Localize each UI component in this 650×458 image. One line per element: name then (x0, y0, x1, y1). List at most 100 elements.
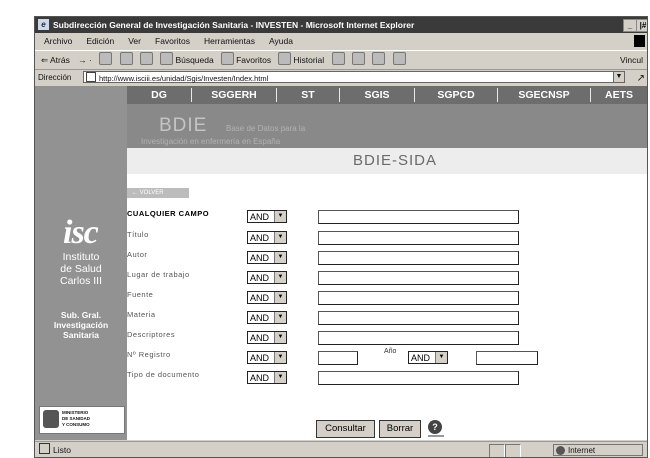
borrar-button[interactable]: Borrar (379, 420, 421, 438)
operator-select[interactable]: AND ▼ (247, 271, 287, 284)
fuente-input[interactable] (318, 291, 519, 305)
nav-aets[interactable]: AETS (591, 86, 647, 104)
operator-value: AND (250, 233, 270, 243)
nav-st[interactable]: ST (277, 86, 339, 104)
operator-select[interactable]: AND ▼ (247, 371, 287, 384)
label-cualquier-campo: CUALQUIER CAMPO (127, 209, 210, 218)
subgral-line: Sub. Gral. (60, 310, 102, 320)
address-input[interactable]: http://www.isciii.es/unidad/Sgis/Investe… (83, 71, 623, 83)
operator-select[interactable]: AND ▼ (247, 291, 287, 304)
links-label[interactable]: Vincul (620, 51, 643, 69)
chevron-down-icon: ▼ (274, 312, 286, 323)
close-button[interactable]: |# (636, 19, 647, 32)
titulo-input[interactable] (318, 231, 519, 245)
nav-sgpcd[interactable]: SGPCD (415, 86, 497, 104)
operator-select[interactable]: AND ▼ (247, 210, 287, 223)
chevron-down-icon: ▼ (274, 272, 286, 283)
tipo-documento-input[interactable] (318, 371, 519, 385)
address-label: Dirección (38, 73, 72, 82)
operator-select[interactable]: AND ▼ (247, 331, 287, 344)
back-button[interactable]: ⇐ Atrás (41, 55, 70, 65)
help-icon[interactable]: ? (428, 420, 442, 434)
nav-sggerh[interactable]: SGGERH (192, 86, 276, 104)
top-nav: DG SGGERH ST SGIS SGPCD SGECNSP AETS (127, 86, 647, 104)
label-descriptores: Descriptores (127, 330, 176, 339)
operator-select[interactable]: AND ▼ (247, 251, 287, 264)
help-underline (428, 435, 444, 437)
ano-input[interactable] (476, 351, 538, 365)
mail-icon[interactable] (331, 52, 345, 65)
materia-input[interactable] (318, 311, 519, 325)
operator-value: AND (250, 313, 270, 323)
minimize-button[interactable]: _ (623, 19, 637, 32)
nav-dg[interactable]: DG (127, 86, 191, 104)
label-tipo-documento: Tipo de documento (127, 370, 200, 379)
menu-archivo[interactable]: Archivo (44, 36, 72, 46)
history-button[interactable]: Historial (293, 55, 324, 65)
nav-sgecnsp[interactable]: SGECNSP (498, 86, 590, 104)
subgral-line: Investigación (53, 320, 109, 330)
label-registro: Nº Registro (127, 350, 171, 359)
windows-logo-icon (634, 35, 645, 47)
menu-ayuda[interactable]: Ayuda (269, 36, 293, 46)
window-title: Subdirección General de Investigación Sa… (53, 20, 415, 30)
favorites-button[interactable]: Favoritos (236, 55, 271, 65)
consultar-button[interactable]: Consultar (316, 420, 375, 438)
refresh-icon[interactable] (119, 52, 133, 65)
search-button[interactable]: Búsqueda (175, 55, 213, 65)
chevron-down-icon: ▼ (274, 352, 286, 363)
subgral-name: Sub. Gral. Investigación Sanitaria (35, 310, 127, 340)
ministry-logo: MINISTERIO DE SANIDAD Y CONSUMO (39, 406, 125, 434)
stop-icon[interactable] (99, 52, 113, 65)
chevron-down-icon: ▼ (274, 372, 286, 383)
menu-edicion[interactable]: Edición (86, 36, 114, 46)
label-autor: Autor (127, 250, 148, 259)
descriptores-input[interactable] (318, 331, 519, 345)
security-zone: Internet (553, 444, 643, 456)
isc-logo: isc (63, 214, 99, 251)
ministry-seal-icon (43, 410, 59, 428)
operator-value: AND (250, 333, 270, 343)
registro-input[interactable] (318, 351, 358, 365)
discuss-icon[interactable] (392, 52, 406, 65)
institute-line: Carlos III (59, 275, 102, 287)
search-icon (160, 52, 174, 65)
chevron-down-icon: ▼ (274, 292, 286, 303)
nav-sgis[interactable]: SGIS (340, 86, 414, 104)
menu-herramientas[interactable]: Herramientas (204, 36, 255, 46)
history-icon (278, 52, 292, 65)
operator-select[interactable]: AND ▼ (247, 311, 287, 324)
label-lugar-trabajo: Lugar de trabajo (127, 270, 190, 279)
go-icon[interactable]: ↗ (637, 71, 645, 86)
status-text: Listo (53, 445, 71, 455)
autor-input[interactable] (318, 251, 519, 265)
chevron-down-icon: ▼ (274, 211, 286, 222)
institute-line: de Salud (60, 263, 102, 275)
home-icon[interactable] (140, 52, 154, 65)
status-panel (505, 444, 521, 457)
chevron-down-icon: ▼ (435, 352, 447, 363)
operator-value: AND (250, 353, 270, 363)
edit-icon[interactable] (372, 52, 386, 65)
menu-ver[interactable]: Ver (128, 36, 141, 46)
cualquier-campo-input[interactable] (318, 210, 519, 224)
operator-select[interactable]: AND ▼ (247, 231, 287, 244)
chevron-down-icon: ▼ (274, 232, 286, 243)
operator-select[interactable]: AND ▼ (247, 351, 287, 364)
bdie-banner: BDIE Base de Datos para la Investigación… (127, 104, 647, 198)
browser-window: e Subdirección General de Investigación S… (34, 16, 648, 458)
menu-favoritos[interactable]: Favoritos (155, 36, 190, 46)
address-dropdown[interactable]: ▼ (613, 71, 625, 83)
print-icon[interactable] (351, 52, 365, 65)
ano-operator-select[interactable]: AND ▼ (408, 351, 448, 364)
lugar-trabajo-input[interactable] (318, 271, 519, 285)
chevron-down-icon: ▼ (274, 332, 286, 343)
subgral-line: Sanitaria (63, 330, 99, 340)
address-bar: Dirección http://www.isciii.es/unidad/Sg… (35, 70, 647, 85)
volver-link[interactable]: ← VOLVER (127, 188, 189, 198)
institute-name: Instituto de Salud Carlos III (35, 251, 127, 287)
page-content: isc Instituto de Salud Carlos III Sub. G… (35, 86, 647, 440)
forward-button[interactable]: → · (78, 55, 92, 65)
ministry-text: MINISTERIO DE SANIDAD Y CONSUMO (62, 410, 90, 428)
operator-value: AND (250, 273, 270, 283)
